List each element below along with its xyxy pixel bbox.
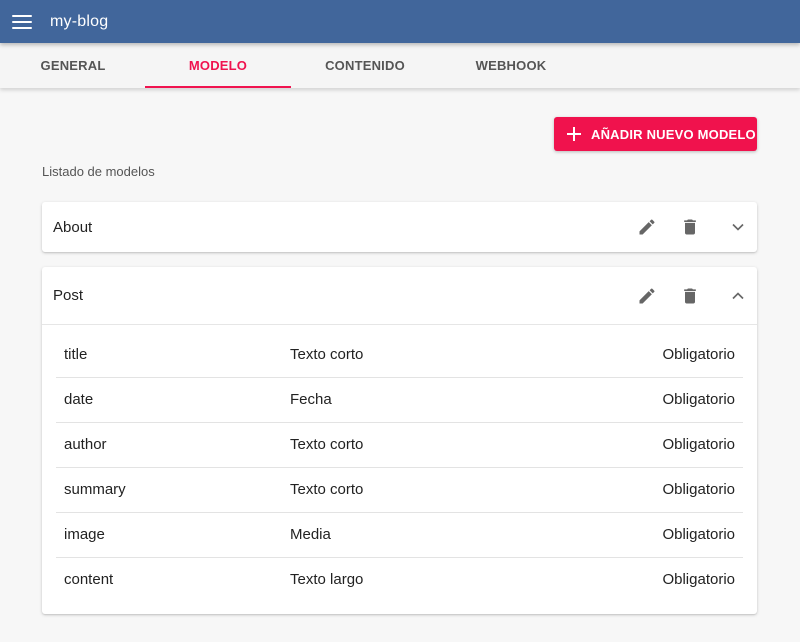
trash-icon[interactable] <box>679 285 701 307</box>
field-requirement: Obligatorio <box>662 391 735 408</box>
field-name: author <box>64 436 107 453</box>
field-row: date Fecha Obligatorio <box>56 378 743 423</box>
chevron-down-icon[interactable] <box>727 216 749 238</box>
field-requirement: Obligatorio <box>662 481 735 498</box>
field-requirement: Obligatorio <box>662 346 735 363</box>
app-title: my-blog <box>50 12 109 30</box>
chevron-up-icon[interactable] <box>727 285 749 307</box>
field-requirement: Obligatorio <box>662 571 735 588</box>
field-type: Fecha <box>290 391 332 408</box>
tab-webhook[interactable]: WEBHOOK <box>438 43 584 88</box>
field-row: image Media Obligatorio <box>56 513 743 558</box>
field-name: summary <box>64 481 126 498</box>
field-type: Texto corto <box>290 436 364 453</box>
field-type: Media <box>290 526 331 543</box>
field-requirement: Obligatorio <box>662 436 735 453</box>
field-name: date <box>64 391 94 408</box>
plus-icon <box>567 127 581 141</box>
tab-bar: GENERAL MODELO CONTENIDO WEBHOOK <box>0 43 800 88</box>
field-name: content <box>64 571 114 588</box>
model-header-about[interactable]: About <box>42 202 757 252</box>
trash-icon[interactable] <box>679 216 701 238</box>
models-list-caption: Listado de modelos <box>42 164 155 179</box>
field-row: summary Texto corto Obligatorio <box>56 468 743 513</box>
tab-contenido[interactable]: CONTENIDO <box>292 43 438 88</box>
app-bar: my-blog <box>0 0 800 43</box>
model-name: About <box>53 218 93 236</box>
model-header-post[interactable]: Post <box>42 267 757 325</box>
field-type: Texto largo <box>290 571 364 588</box>
field-name: title <box>64 346 88 363</box>
tab-general[interactable]: GENERAL <box>0 43 146 88</box>
tab-modelo[interactable]: MODELO <box>145 43 291 88</box>
field-requirement: Obligatorio <box>662 526 735 543</box>
field-type: Texto corto <box>290 481 364 498</box>
field-row: content Texto largo Obligatorio <box>56 558 743 603</box>
menu-icon[interactable] <box>12 14 32 29</box>
add-model-button[interactable]: AÑADIR NUEVO MODELO <box>554 117 757 151</box>
model-name: Post <box>53 287 84 304</box>
model-panel-about: About <box>42 202 757 252</box>
model-fields-list: title Texto corto Obligatorio date Fecha… <box>42 325 757 614</box>
pencil-icon[interactable] <box>636 285 658 307</box>
field-name: image <box>64 526 105 543</box>
model-panel-post: Post title Texto corto Obligatorio date … <box>42 267 757 614</box>
field-row: title Texto corto Obligatorio <box>56 333 743 378</box>
field-row: author Texto corto Obligatorio <box>56 423 743 468</box>
add-model-label: AÑADIR NUEVO MODELO <box>591 126 756 142</box>
field-type: Texto corto <box>290 346 364 363</box>
pencil-icon[interactable] <box>636 216 658 238</box>
